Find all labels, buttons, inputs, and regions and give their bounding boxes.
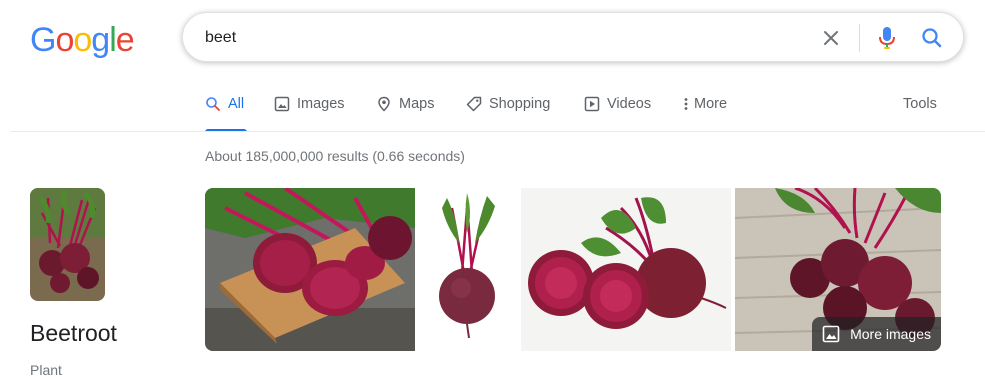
- search-box: [182, 12, 964, 62]
- tab-label: All: [228, 96, 245, 112]
- search-icon: [206, 97, 220, 111]
- tag-icon: [466, 96, 482, 112]
- tab-maps[interactable]: Maps: [376, 94, 434, 132]
- more-vert-icon: [684, 98, 688, 110]
- google-logo[interactable]: Google: [30, 20, 135, 60]
- image-result[interactable]: More images: [735, 188, 941, 351]
- microphone-icon: [879, 27, 895, 49]
- image-result[interactable]: [521, 188, 731, 351]
- tab-label: Videos: [607, 96, 652, 112]
- image-results-strip: More images: [205, 188, 941, 351]
- close-icon: [824, 31, 838, 45]
- tab-label: More: [694, 96, 728, 112]
- logo-letter: e: [115, 21, 135, 59]
- tab-more[interactable]: More: [682, 94, 727, 132]
- image-icon: [822, 325, 840, 343]
- beet-slices-image: [205, 188, 415, 351]
- tab-all[interactable]: All: [205, 94, 247, 132]
- tools-button[interactable]: Tools: [903, 96, 937, 112]
- logo-letter: o: [73, 21, 92, 59]
- logo-letter: g: [91, 21, 110, 59]
- image-result[interactable]: [417, 188, 519, 351]
- play-icon: [584, 96, 600, 112]
- image-result[interactable]: [205, 188, 415, 351]
- tab-shopping[interactable]: Shopping: [466, 94, 550, 132]
- searchbox-divider: [859, 24, 860, 52]
- more-images-button[interactable]: More images: [812, 317, 941, 351]
- knowledge-panel-subtitle: Plant: [30, 362, 62, 377]
- tab-label: Images: [297, 96, 345, 112]
- more-images-label: More images: [850, 326, 931, 342]
- knowledge-panel-thumbnail[interactable]: [30, 188, 105, 301]
- tab-label: Maps: [399, 96, 435, 112]
- beets-white-background-image: [521, 188, 731, 351]
- tab-label: Shopping: [489, 96, 551, 112]
- beetroot-thumbnail-image: [30, 188, 105, 301]
- logo-letter: o: [55, 21, 74, 59]
- search-button[interactable]: [919, 25, 945, 51]
- search-input[interactable]: [205, 25, 765, 51]
- tab-videos[interactable]: Videos: [584, 94, 651, 132]
- single-beet-image: [417, 188, 519, 351]
- header-divider: [10, 131, 985, 132]
- image-icon: [274, 96, 290, 112]
- result-stats: About 185,000,000 results (0.66 seconds): [205, 148, 465, 164]
- map-pin-icon: [378, 96, 390, 112]
- knowledge-panel-title[interactable]: Beetroot: [30, 320, 117, 347]
- voice-search-button[interactable]: [875, 25, 899, 51]
- tab-images[interactable]: Images: [274, 94, 345, 132]
- clear-button[interactable]: [819, 26, 843, 50]
- logo-letter: G: [30, 21, 56, 59]
- search-icon: [922, 28, 942, 48]
